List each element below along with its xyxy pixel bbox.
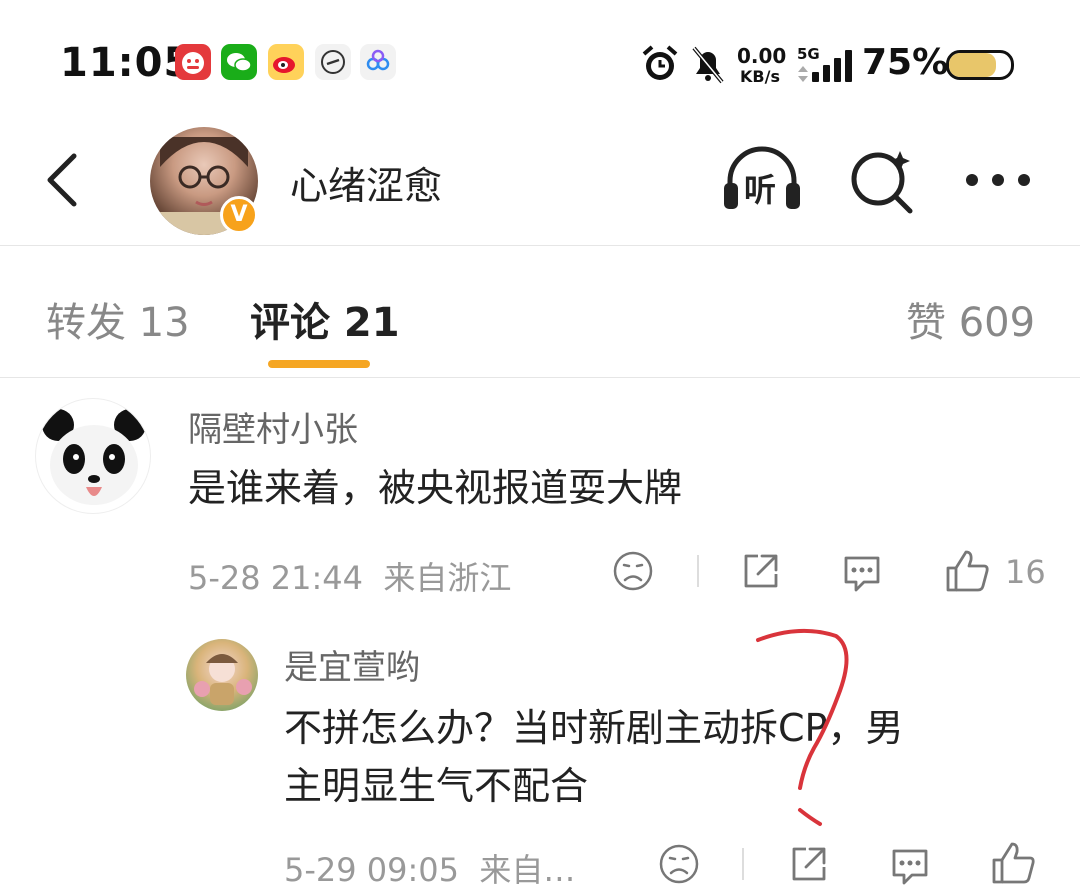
comment-1-like-icon[interactable]: [944, 548, 990, 598]
comment-1-avatar[interactable]: [35, 398, 151, 514]
wechat-icon: [221, 44, 257, 80]
comment-1-text: 是谁来着，被央视报道耍大牌: [188, 466, 683, 510]
comment-1-action-separator: [697, 555, 699, 587]
comment-1-reply-icon[interactable]: [840, 550, 884, 598]
alarm-icon: [640, 44, 680, 88]
comment-2-avatar[interactable]: [186, 639, 258, 711]
comment-2-text-line2: 主明显生气不配合: [284, 764, 589, 808]
data-arrows-icon: [797, 66, 809, 86]
jd-icon: [175, 44, 211, 80]
status-time: 11:05: [60, 40, 193, 86]
comment-2-like-icon[interactable]: [990, 840, 1036, 890]
header-divider: [0, 245, 1080, 246]
comment-1-meta: 5-28 21:44 来自浙江: [188, 559, 512, 597]
weibo-icon: [268, 44, 304, 80]
listen-label: 听: [744, 171, 777, 209]
tab-likes[interactable]: 赞 609: [906, 290, 1035, 348]
more-icon[interactable]: [962, 168, 1034, 192]
comment-2-text-line1: 不拼怎么办？当时新剧主动拆CP，男: [284, 706, 904, 750]
comment-2-reply-icon[interactable]: [888, 843, 932, 891]
comment-2-sad-emoji-icon[interactable]: [658, 843, 700, 889]
battery-icon: [946, 50, 1014, 80]
comment-1-author[interactable]: 隔壁村小张: [188, 402, 358, 451]
comment-1-share-icon[interactable]: [740, 550, 782, 596]
battery-percent: 75%: [862, 42, 949, 83]
battery-fill: [949, 53, 996, 77]
comment-2-share-icon[interactable]: [788, 843, 830, 889]
comment-2-action-separator: [742, 848, 744, 880]
verified-badge: V: [220, 196, 258, 234]
comment-2-meta: 5-29 09:05 来自…: [284, 851, 576, 889]
net-speed-unit: KB/s: [740, 67, 780, 86]
tab-comments[interactable]: 评论 21: [250, 290, 400, 348]
listen-button[interactable]: 听: [720, 145, 804, 215]
tab-reposts[interactable]: 转发 13: [46, 290, 190, 348]
comment-2-author[interactable]: 是宜萱哟: [284, 640, 420, 689]
cloud-app-icon: [360, 44, 396, 80]
signal-icon: [812, 50, 854, 86]
comment-1-like-count: 16: [1005, 553, 1046, 591]
comment-1-sad-emoji-icon[interactable]: [612, 550, 654, 596]
net-speed-value: 0.00: [737, 44, 787, 68]
back-icon[interactable]: [38, 150, 88, 210]
tabs-divider: [0, 377, 1080, 378]
verified-badge-label: V: [230, 202, 248, 227]
clock-app-icon: [315, 44, 351, 80]
mute-bell-icon: [688, 44, 728, 88]
page-title-username[interactable]: 心绪涩愈: [290, 155, 442, 210]
search-icon[interactable]: [848, 145, 918, 215]
active-tab-indicator: [268, 360, 370, 368]
